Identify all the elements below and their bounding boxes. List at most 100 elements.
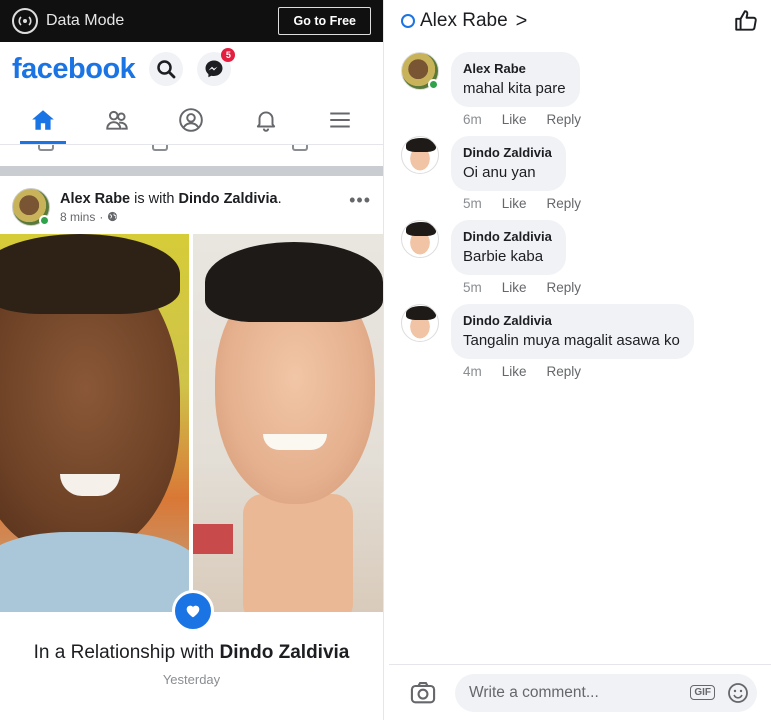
- photo-shortcut-icon[interactable]: [152, 145, 168, 151]
- comment-reply-button[interactable]: Reply: [547, 364, 582, 379]
- comment-like-button[interactable]: Like: [502, 112, 527, 127]
- comment-time: 5m: [463, 196, 482, 211]
- bell-icon: [256, 111, 275, 132]
- commenter-avatar[interactable]: [401, 136, 439, 174]
- comment-item: Dindo Zaldivia Barbie kaba 5m Like Reply: [401, 220, 759, 295]
- comment-bubble[interactable]: Dindo Zaldivia Barbie kaba: [451, 220, 566, 275]
- comment-reply-button[interactable]: Reply: [547, 112, 582, 127]
- comments-header: Alex Rabe >: [389, 0, 771, 42]
- messenger-icon: [205, 60, 223, 78]
- emoji-icon[interactable]: [727, 682, 749, 704]
- comment-text: Barbie kaba: [463, 248, 544, 265]
- screenshot-root: Data Mode Go to Free facebook 5 Alex Rab…: [0, 0, 771, 720]
- feed-separator: [0, 166, 383, 176]
- post-time-line: 8 mins ·: [60, 210, 349, 224]
- thumbs-up-icon[interactable]: [733, 8, 759, 34]
- comment-input-placeholder: Write a comment...: [469, 683, 599, 701]
- comment-body: Alex Rabe mahal kita pare 6m Like Reply: [451, 52, 581, 127]
- relationship-heart-badge: [172, 590, 214, 632]
- tab-home[interactable]: [16, 96, 70, 144]
- tab-menu[interactable]: [313, 96, 367, 144]
- globe-icon: [108, 211, 118, 222]
- photo-shirt: [0, 532, 189, 612]
- comment-actions: 5m Like Reply: [463, 280, 581, 295]
- comment-bubble[interactable]: Alex Rabe mahal kita pare: [451, 52, 580, 107]
- photo-alex-rabe[interactable]: [0, 234, 189, 612]
- comment-item: Dindo Zaldivia Tangalin muya magalit asa…: [401, 304, 759, 379]
- dot-separator: ·: [99, 209, 104, 224]
- composer-shortcuts-strip: [0, 144, 383, 166]
- gif-button[interactable]: GIF: [690, 685, 715, 700]
- comment-time: 5m: [463, 280, 482, 295]
- commenter-avatar[interactable]: [401, 304, 439, 342]
- tab-friends[interactable]: [90, 96, 144, 144]
- friends-icon: [106, 110, 129, 130]
- comment-composer: Write a comment... GIF: [389, 664, 771, 720]
- comment-like-button[interactable]: Like: [502, 364, 527, 379]
- post-author-line: Alex Rabe is with Dindo Zaldivia.: [60, 190, 282, 207]
- nav-tabs: [0, 96, 383, 144]
- author-avatar[interactable]: [12, 188, 50, 226]
- video-shortcut-icon[interactable]: [38, 145, 54, 151]
- comment-text: Tangalin muya magalit asawa ko: [463, 332, 680, 349]
- comment-list: Alex Rabe mahal kita pare 6m Like Reply …: [389, 42, 771, 379]
- newsfeed-panel: Data Mode Go to Free facebook 5 Alex Rab…: [0, 0, 383, 720]
- post-header: Alex Rabe is with Dindo Zaldivia. 8 mins…: [0, 176, 383, 234]
- facebook-logo[interactable]: facebook: [12, 53, 136, 86]
- camera-icon[interactable]: [409, 679, 437, 707]
- online-indicator: [39, 215, 50, 226]
- post-photos[interactable]: [0, 234, 383, 632]
- comment-item: Alex Rabe mahal kita pare 6m Like Reply: [401, 52, 759, 127]
- commenter-avatar[interactable]: [401, 52, 439, 90]
- relationship-partner-name[interactable]: Dindo Zaldivia: [220, 642, 350, 663]
- comment-body: Dindo Zaldivia Oi anu yan 5m Like Reply: [451, 136, 581, 211]
- messenger-button[interactable]: 5: [197, 48, 236, 86]
- comment-body: Dindo Zaldivia Tangalin muya magalit asa…: [451, 304, 694, 379]
- photo-hair: [0, 234, 180, 314]
- comment-bubble[interactable]: Dindo Zaldivia Oi anu yan: [451, 136, 566, 191]
- post-more-options-icon[interactable]: •••: [349, 190, 371, 211]
- go-to-free-button[interactable]: Go to Free: [278, 7, 371, 35]
- data-mode-label: Data Mode: [46, 12, 125, 29]
- comment-time: 6m: [463, 112, 482, 127]
- tab-profile[interactable]: [164, 96, 218, 144]
- hamburger-menu-icon: [330, 112, 350, 128]
- comment-reply-button[interactable]: Reply: [547, 280, 582, 295]
- comment-bubble[interactable]: Dindo Zaldivia Tangalin muya magalit asa…: [451, 304, 694, 359]
- data-mode-bar: Data Mode Go to Free: [0, 0, 383, 42]
- commenter-name[interactable]: Alex Rabe: [463, 61, 566, 76]
- comment-body: Dindo Zaldivia Barbie kaba 5m Like Reply: [451, 220, 581, 295]
- photo-background-detail: [193, 524, 233, 554]
- commenter-name[interactable]: Dindo Zaldivia: [463, 229, 552, 244]
- comment-actions: 6m Like Reply: [463, 112, 581, 127]
- comment-like-button[interactable]: Like: [502, 196, 527, 211]
- app-header: facebook 5: [0, 42, 383, 96]
- relationship-date: Yesterday: [162, 672, 221, 687]
- commenter-name[interactable]: Dindo Zaldivia: [463, 145, 552, 160]
- comment-input[interactable]: Write a comment... GIF: [455, 673, 757, 712]
- photo-dindo-zaldivia[interactable]: [193, 234, 383, 612]
- comment-time: 4m: [463, 364, 482, 379]
- comment-text: mahal kita pare: [463, 80, 566, 97]
- tab-notifications[interactable]: [239, 96, 293, 144]
- post-author-name[interactable]: Alex Rabe: [60, 191, 130, 207]
- photo-hair: [205, 242, 383, 322]
- comment-text: Oi anu yan: [463, 164, 536, 181]
- relationship-prefix: In a Relationship with: [33, 642, 220, 663]
- photo-neck: [243, 494, 353, 612]
- post-tagged-name[interactable]: Dindo Zaldivia: [178, 191, 277, 207]
- post-time[interactable]: 8 mins: [60, 210, 95, 224]
- comments-header-name[interactable]: Alex Rabe: [420, 10, 508, 32]
- chevron-right-icon[interactable]: >: [516, 10, 528, 33]
- post-meta: Alex Rabe is with Dindo Zaldivia. 8 mins…: [60, 191, 349, 224]
- commenter-avatar[interactable]: [401, 220, 439, 258]
- comment-like-button[interactable]: Like: [502, 280, 527, 295]
- comment-reply-button[interactable]: Reply: [547, 196, 582, 211]
- profile-ring-icon: [401, 14, 415, 28]
- relationship-title: In a Relationship with Dindo Zaldivia: [0, 642, 383, 664]
- checkin-shortcut-icon[interactable]: [292, 145, 308, 151]
- search-button[interactable]: [149, 52, 184, 86]
- commenter-name[interactable]: Dindo Zaldivia: [463, 313, 680, 328]
- heart-icon: [186, 605, 200, 618]
- comment-item: Dindo Zaldivia Oi anu yan 5m Like Reply: [401, 136, 759, 211]
